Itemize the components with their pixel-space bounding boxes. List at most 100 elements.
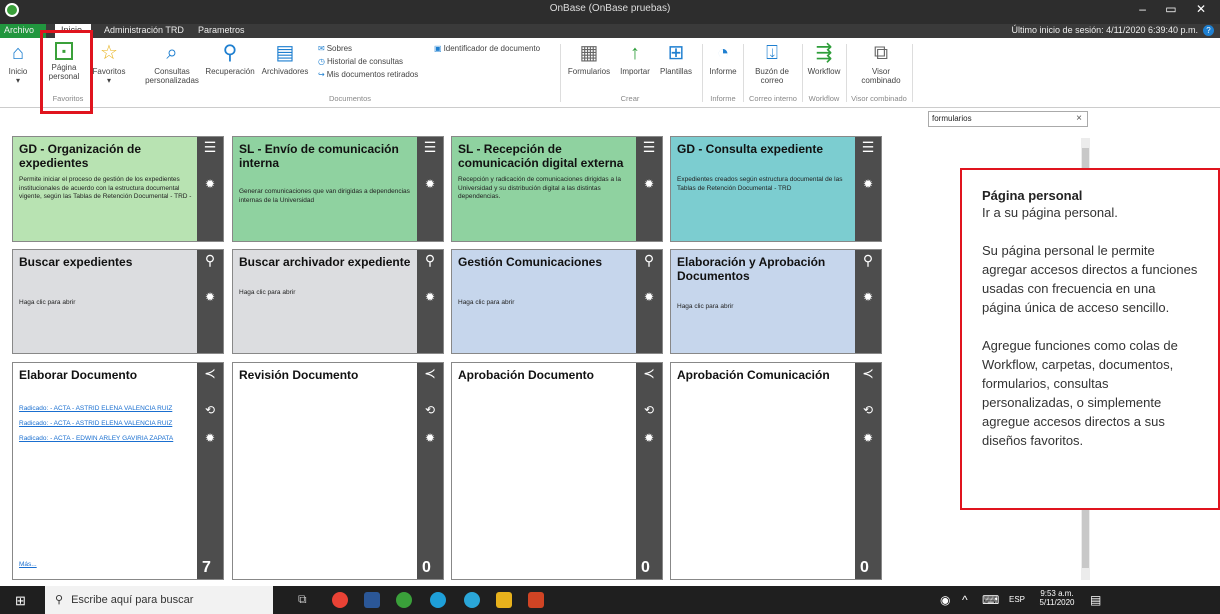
tile-description: Haga clic para abrir: [239, 289, 296, 296]
share-icon[interactable]: ≺: [860, 365, 876, 383]
telegram-icon[interactable]: [464, 592, 480, 608]
gear-icon[interactable]: ✹: [202, 290, 218, 306]
tile-title: Aprobación Documento: [458, 368, 595, 382]
identificador-documento-button[interactable]: ▣ Identificador de documento: [434, 44, 540, 53]
recuperacion-label: Recuperación: [205, 67, 255, 76]
gear-icon[interactable]: ✹: [422, 290, 438, 306]
workflow-item-link[interactable]: Radicado: - ACTA - ASTRID ELENA VALENCIA…: [19, 420, 193, 428]
refresh-icon[interactable]: ⟲: [422, 403, 438, 419]
tile-elaboracion-aprobacion[interactable]: Elaboración y Aprobación Documentos Haga …: [670, 249, 882, 354]
search-icon[interactable]: ⚲: [860, 252, 876, 270]
refresh-icon[interactable]: ⟲: [860, 403, 876, 419]
tile-sidebar: ☰ ✹: [417, 137, 443, 241]
tile-sl-recepcion[interactable]: SL - Recepción de comunicación digital e…: [451, 136, 663, 242]
word-icon[interactable]: [364, 592, 380, 608]
window-controls[interactable]: – ▭ ✕: [1139, 2, 1214, 16]
file-explorer-icon[interactable]: [496, 592, 512, 608]
taskbar-search[interactable]: ⚲ Escribe aquí para buscar: [45, 586, 273, 614]
search-icon[interactable]: ⚲: [641, 252, 657, 270]
tile-buscar-archivador[interactable]: Buscar archivador expediente Haga clic pa…: [232, 249, 444, 354]
consultas-personalizadas-button[interactable]: ⌕ Consultas personalizadas: [142, 42, 202, 85]
task-view-icon[interactable]: ⧉: [298, 592, 314, 608]
group-label-documentos: Documentos: [328, 94, 372, 103]
archivadores-button[interactable]: ▤ Archivadores: [260, 42, 310, 76]
tab-parametros[interactable]: Parametros: [198, 25, 245, 35]
notification-icon[interactable]: ▤: [1090, 593, 1101, 607]
tile-revision-documento[interactable]: Revisión Documento ≺ ⟲ ✹ 0: [232, 362, 444, 580]
refresh-icon[interactable]: ⟲: [202, 403, 218, 419]
language-indicator[interactable]: ESP: [1009, 595, 1025, 604]
powerpoint-icon[interactable]: [528, 592, 544, 608]
group-separator: [802, 44, 803, 102]
workflow-item-link[interactable]: Radicado: - ACTA - EDWIN ARLEY GAVIRIA Z…: [19, 435, 193, 443]
search-icon[interactable]: ⚲: [202, 252, 218, 270]
tooltip-pagina-personal: Página personal Ir a su página personal.…: [960, 168, 1220, 510]
informe-button[interactable]: ◔ Informe: [704, 42, 742, 76]
edge-icon[interactable]: [430, 592, 446, 608]
form-icon[interactable]: ☰: [422, 139, 438, 157]
favoritos-button[interactable]: ☆ Favoritos ▾: [92, 42, 126, 85]
tab-administracion-trd[interactable]: Administración TRD: [104, 25, 184, 35]
workflow-button[interactable]: ⇶ Workflow: [804, 42, 844, 76]
item-count: 7: [202, 559, 211, 576]
plantillas-button[interactable]: ⊞ Plantillas: [656, 42, 696, 76]
tile-title: Buscar expedientes: [19, 255, 133, 269]
chrome-icon[interactable]: [332, 592, 348, 608]
inicio-button[interactable]: ⌂ Inicio ▾: [6, 42, 30, 85]
recuperacion-button[interactable]: ⚲ Recuperación: [204, 42, 256, 76]
more-link[interactable]: Más...: [19, 561, 37, 569]
chevron-up-icon[interactable]: ^: [962, 593, 968, 607]
form-icon[interactable]: ☰: [860, 139, 876, 157]
search-value: formularios: [932, 114, 972, 123]
tile-buscar-expedientes[interactable]: Buscar expedientes Haga clic para abrir ⚲…: [12, 249, 224, 354]
tray-app-icon[interactable]: ◉: [940, 593, 950, 607]
mis-documentos-retirados-button[interactable]: ↪ Mis documentos retirados: [318, 70, 418, 79]
tile-title: Elaboración y Aprobación Documentos: [677, 255, 826, 283]
sobres-button[interactable]: ✉ Sobres: [318, 44, 352, 53]
form-icon[interactable]: ☰: [641, 139, 657, 157]
formularios-button[interactable]: ▦ Formularios: [564, 42, 614, 76]
gear-icon[interactable]: ✹: [860, 177, 876, 193]
cabinet-icon: ▤: [275, 42, 295, 64]
template-icon: ⊞: [667, 42, 685, 64]
tile-description: Haga clic para abrir: [677, 303, 734, 310]
onbase-icon[interactable]: [396, 592, 412, 608]
tile-elaborar-documento[interactable]: Elaborar Documento Radicado: - ACTA - AS…: [12, 362, 224, 580]
help-icon[interactable]: ?: [1203, 25, 1214, 36]
group-separator: [912, 44, 913, 102]
gear-icon[interactable]: ✹: [860, 431, 876, 447]
search-icon[interactable]: ⚲: [422, 252, 438, 270]
share-icon[interactable]: ≺: [202, 365, 218, 383]
tile-title: GD - Consulta expediente: [677, 142, 824, 156]
historial-consultas-button[interactable]: ◷ Historial de consultas: [318, 57, 403, 66]
form-icon[interactable]: ☰: [202, 139, 218, 157]
clock[interactable]: 9:53 a.m. 5/11/2020: [1034, 589, 1080, 607]
gear-icon[interactable]: ✹: [641, 177, 657, 193]
tile-gd-consulta[interactable]: GD - Consulta expediente Expedientes crea…: [670, 136, 882, 242]
gear-icon[interactable]: ✹: [422, 431, 438, 447]
gear-icon[interactable]: ✹: [422, 177, 438, 193]
clear-search-icon[interactable]: ×: [1076, 113, 1082, 124]
buzon-correo-button[interactable]: ⍗ Buzón de correo: [746, 42, 798, 85]
tile-gestion-comunicaciones[interactable]: Gestión Comunicaciones Haga clic para abr…: [451, 249, 663, 354]
importar-button[interactable]: ↑ Importar: [616, 42, 654, 76]
tile-gd-organizacion[interactable]: GD - Organización de expedientes Permite …: [12, 136, 224, 242]
group-label-crear: Crear: [620, 94, 640, 103]
gear-icon[interactable]: ✹: [860, 290, 876, 306]
gear-icon[interactable]: ✹: [641, 290, 657, 306]
tile-sl-envio[interactable]: SL - Envío de comunicación interna Genera…: [232, 136, 444, 242]
envelope-icon: ✉: [318, 44, 325, 53]
keyboard-icon[interactable]: ⌨: [982, 593, 999, 607]
workflow-item-link[interactable]: Radicado: - ACTA - ASTRID ELENA VALENCIA…: [19, 405, 193, 413]
windows-start-icon[interactable]: ⊞: [15, 593, 26, 609]
tile-aprobacion-comunicacion[interactable]: Aprobación Comunicación ≺ ⟲ ✹ 0: [670, 362, 882, 580]
search-input[interactable]: formularios ×: [928, 111, 1088, 127]
visor-combinado-button[interactable]: ⧉ Visor combinado: [852, 42, 910, 85]
share-icon[interactable]: ≺: [641, 365, 657, 383]
tile-aprobacion-documento[interactable]: Aprobación Documento ≺ ⟲ ✹ 0: [451, 362, 663, 580]
gear-icon[interactable]: ✹: [202, 177, 218, 193]
share-icon[interactable]: ≺: [422, 365, 438, 383]
refresh-icon[interactable]: ⟲: [641, 403, 657, 419]
gear-icon[interactable]: ✹: [641, 431, 657, 447]
gear-icon[interactable]: ✹: [202, 431, 218, 447]
